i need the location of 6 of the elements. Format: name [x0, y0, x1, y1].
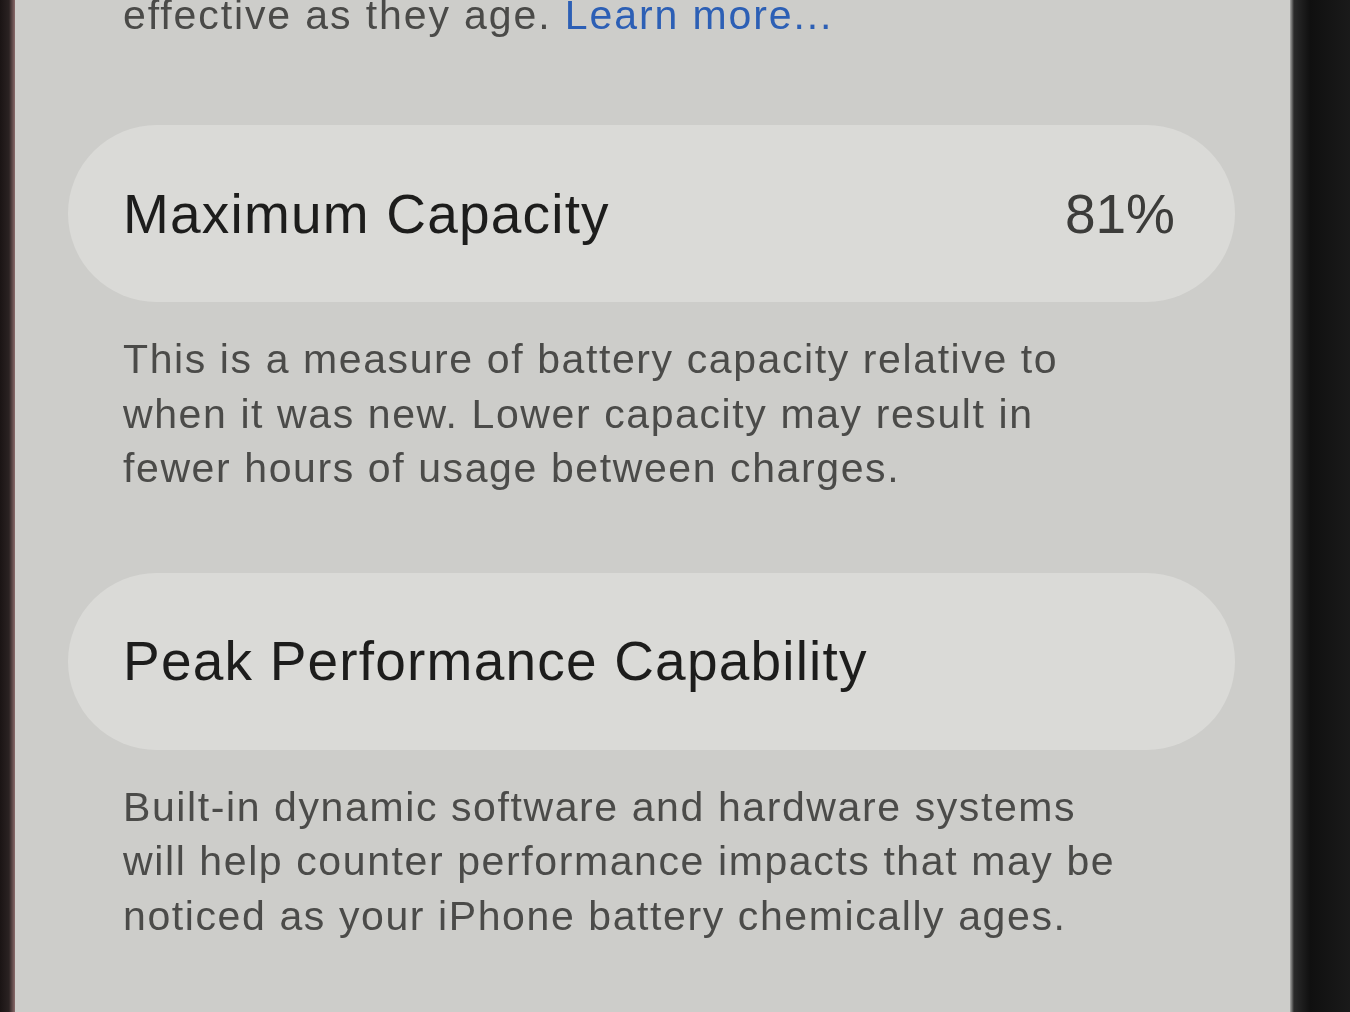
row-value: 81%: [1064, 181, 1175, 246]
learn-more-link[interactable]: Learn more...: [564, 0, 834, 38]
row-label: Peak Performance Capability: [123, 629, 868, 693]
row-description: This is a measure of battery capacity relative to when it was new. Lower capacity may result in fewer hours of usage between charges.: [123, 335, 1060, 493]
row-label: Maximum Capacity: [123, 181, 610, 246]
row-description: Built-in dynamic software and hardware systems will help counter performance impacts that may be noticed as your iPhone battery chemically ages.: [123, 782, 1117, 941]
